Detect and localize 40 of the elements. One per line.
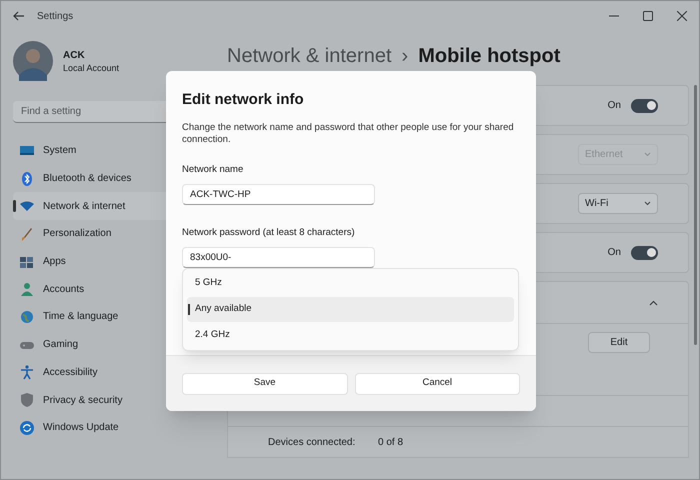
property-label: Devices connected: [268, 436, 356, 450]
toggle-state-label: On [608, 99, 621, 113]
dialog-button[interactable]: Cancel [354, 372, 520, 394]
input-field[interactable]: 83x00U0- [182, 247, 375, 268]
chevron-up-icon[interactable] [649, 300, 658, 306]
toggle-switch[interactable] [631, 98, 658, 112]
toggle-state-label: On [608, 246, 621, 260]
field-label: Network name [182, 162, 244, 176]
accessibility-icon [19, 364, 35, 380]
dropdown[interactable]: Wi-Fi [578, 193, 658, 214]
dialog-button[interactable]: Save [182, 372, 348, 394]
dialog-description: Change the network name and password that other people use for your shared connection. [182, 122, 515, 146]
update-icon [19, 420, 35, 436]
breadcrumb-parent[interactable]: Network & internet [227, 41, 392, 71]
field-label: Network password (at least 8 characters) [182, 226, 356, 240]
page-title: Mobile hotspot [418, 44, 560, 69]
globe-icon [19, 308, 35, 325]
edit-button[interactable]: Edit [588, 332, 650, 353]
breadcrumb-separator: › [402, 44, 408, 69]
chevron-down-icon [644, 201, 651, 206]
close-icon[interactable] [677, 11, 687, 21]
account-name: ACK [63, 48, 86, 62]
maximize-icon[interactable] [643, 11, 653, 21]
input-field[interactable]: ACK-TWC-HP [182, 184, 375, 205]
shield-icon [19, 392, 35, 408]
back-arrow-icon[interactable] [13, 11, 25, 21]
bluetooth-icon [19, 170, 35, 187]
person-icon [19, 281, 35, 298]
toggle-switch[interactable] [631, 246, 658, 260]
avatar [13, 41, 53, 81]
dropdown-option[interactable]: Any available [187, 297, 514, 322]
scrollbar[interactable] [694, 85, 697, 345]
property-value: 0 of 8 [378, 436, 404, 450]
brush-icon [19, 226, 35, 242]
window-title: Settings [37, 10, 74, 24]
chevron-down-icon [644, 152, 651, 157]
dropdown-option[interactable]: 5 GHz [187, 271, 514, 296]
dropdown-option[interactable]: 2.4 GHz [187, 323, 514, 348]
sidebar-item[interactable]: Windows Update [13, 414, 227, 442]
account-type: Local Account [63, 62, 120, 74]
